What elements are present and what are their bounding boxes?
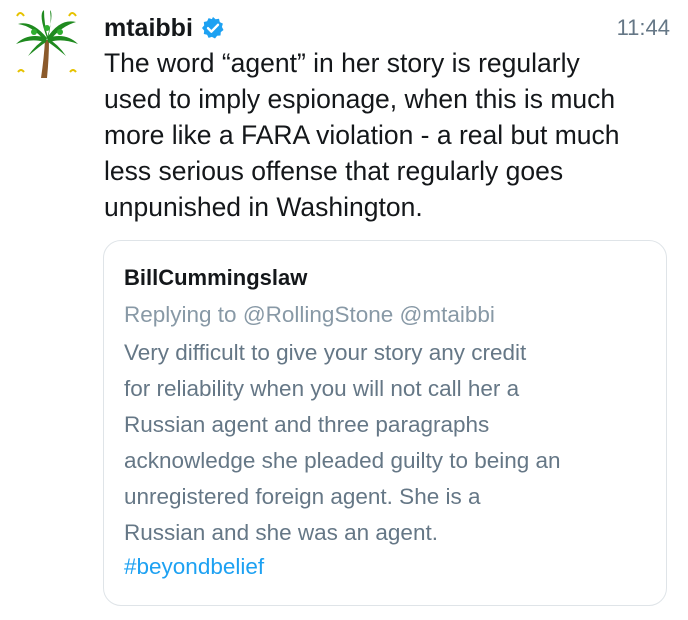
tweet-text: The word “agent” in her story is regular… bbox=[104, 48, 620, 222]
replying-to-line: Replying to @RollingStone @mtaibbi bbox=[124, 302, 495, 327]
timestamp[interactable]: 11:44 bbox=[617, 15, 670, 41]
verified-badge-icon bbox=[201, 16, 225, 40]
hashtag-link[interactable]: #beyondbelief bbox=[124, 551, 264, 583]
quoted-username[interactable]: BillCummingslaw bbox=[124, 263, 307, 293]
avatar[interactable] bbox=[14, 10, 80, 80]
username[interactable]: mtaibbi bbox=[104, 11, 193, 45]
quoted-tweet[interactable]: BillCummingslaw Replying to @RollingSton… bbox=[103, 240, 667, 606]
tweet-header: mtaibbi 11:44 bbox=[104, 10, 670, 46]
quoted-tweet-text: Very difficult to give your story any cr… bbox=[124, 340, 561, 545]
palm-tree-icon bbox=[16, 10, 78, 78]
